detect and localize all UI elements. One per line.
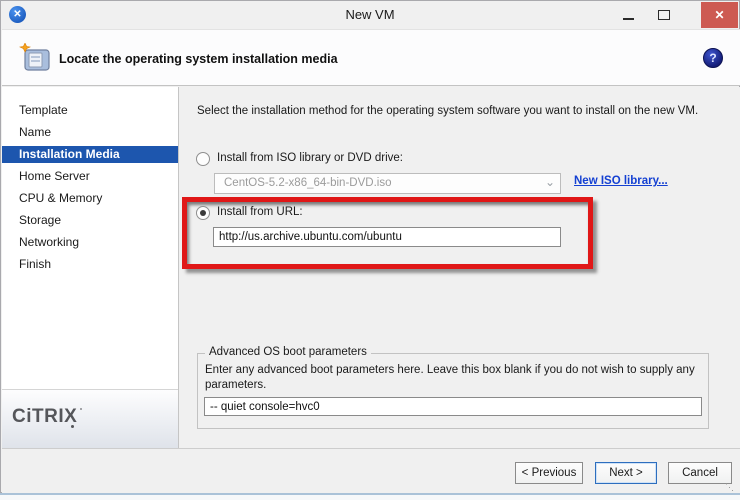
new-vm-wizard-icon xyxy=(19,43,49,73)
maximize-button[interactable] xyxy=(649,4,679,26)
iso-select-dropdown[interactable]: CentOS-5.2-x86_64-bin-DVD.iso ⌄ xyxy=(214,173,561,194)
new-vm-wizard-dialog: ✕ New VM ✕ Locate the operating system i… xyxy=(0,0,740,493)
screen: ✕ New VM ✕ Locate the operating system i… xyxy=(0,0,740,500)
advanced-boot-params-title: Advanced OS boot parameters xyxy=(205,346,371,358)
minimize-icon xyxy=(623,18,634,20)
close-icon: ✕ xyxy=(714,8,724,22)
citrix-logo-text: CiTRIX xyxy=(12,406,77,427)
citrix-trademark-dot xyxy=(80,408,82,410)
minimize-button[interactable] xyxy=(614,4,644,26)
installation-media-panel: Select the installation method for the o… xyxy=(180,87,740,448)
wizard-header: Locate the operating system installation… xyxy=(2,29,740,86)
citrix-logo: CiTRIX xyxy=(12,406,77,428)
advanced-boot-params-group: Advanced OS boot parameters Enter any ad… xyxy=(197,353,709,429)
cancel-button[interactable]: Cancel xyxy=(668,462,732,484)
sidebar-item-name[interactable]: Name xyxy=(2,121,178,143)
advanced-boot-params-description: Enter any advanced boot parameters here.… xyxy=(205,363,697,393)
sidebar-item-home-server[interactable]: Home Server xyxy=(2,165,178,187)
citrix-logo-dot xyxy=(71,425,74,428)
new-iso-library-link[interactable]: New ISO library... xyxy=(574,175,668,187)
previous-button[interactable]: < Previous xyxy=(515,462,583,484)
sidebar-item-cpu-memory[interactable]: CPU & Memory xyxy=(2,187,178,209)
close-button[interactable]: ✕ xyxy=(701,2,738,28)
next-button[interactable]: Next > xyxy=(595,462,657,484)
page-title: Locate the operating system installation… xyxy=(59,52,338,66)
chevron-down-icon: ⌄ xyxy=(545,175,555,189)
steps-list: Template Name Installation Media Home Se… xyxy=(2,99,178,275)
wizard-footer: < Previous Next > Cancel ⋱ xyxy=(2,448,740,493)
red-highlight-annotation: Install from URL: xyxy=(182,197,593,269)
help-icon: ? xyxy=(709,51,716,65)
sidebar-item-networking[interactable]: Networking xyxy=(2,231,178,253)
sidebar-item-template[interactable]: Template xyxy=(2,99,178,121)
boot-params-input[interactable] xyxy=(204,397,702,416)
wizard-steps-sidebar: Template Name Installation Media Home Se… xyxy=(2,87,179,448)
iso-selected-value: CentOS-5.2-x86_64-bin-DVD.iso xyxy=(224,177,391,189)
resize-grip[interactable]: ⋱ xyxy=(725,483,734,492)
help-button[interactable]: ? xyxy=(703,48,723,68)
window-bottom-edge xyxy=(0,493,740,500)
install-from-iso-label: Install from ISO library or DVD drive: xyxy=(217,152,403,164)
sidebar-item-storage[interactable]: Storage xyxy=(2,209,178,231)
title-bar[interactable]: ✕ New VM ✕ xyxy=(1,1,739,29)
sidebar-item-finish[interactable]: Finish xyxy=(2,253,178,275)
instruction-text: Select the installation method for the o… xyxy=(197,105,727,117)
url-input[interactable] xyxy=(213,227,561,247)
citrix-logo-panel: CiTRIX xyxy=(2,389,178,448)
install-from-url-label: Install from URL: xyxy=(217,206,303,218)
install-from-url-radio[interactable] xyxy=(196,206,210,220)
maximize-icon xyxy=(658,10,670,20)
sidebar-item-installation-media[interactable]: Installation Media xyxy=(2,146,178,163)
install-from-iso-radio[interactable] xyxy=(196,152,210,166)
